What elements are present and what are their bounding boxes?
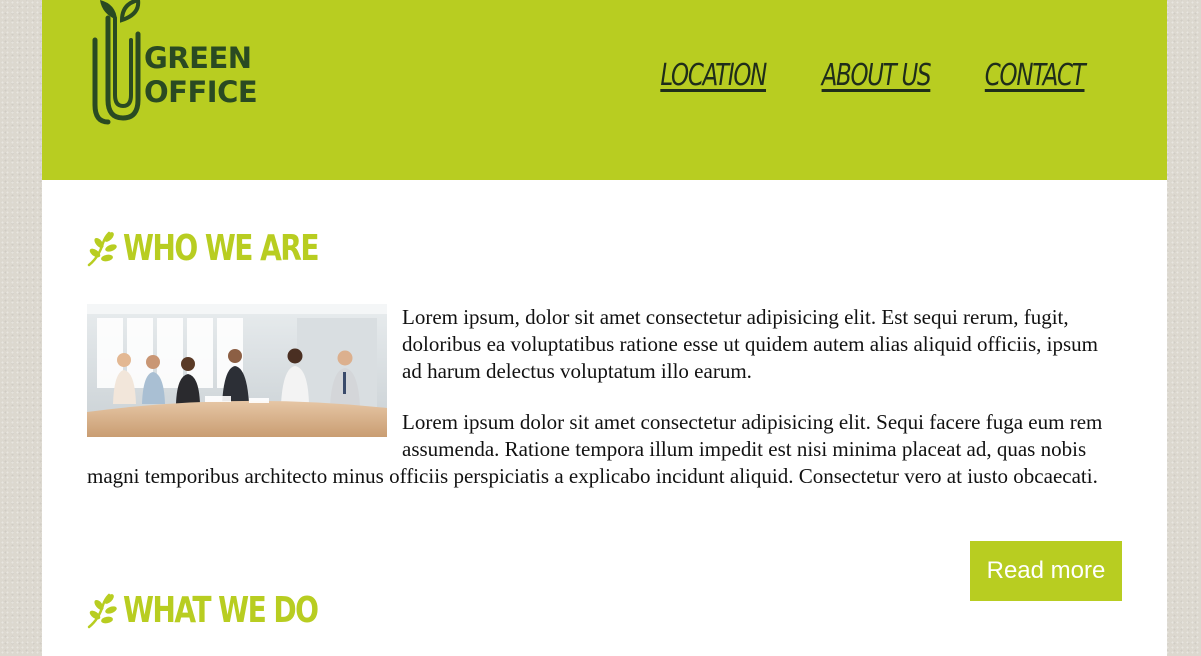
site-header: GREEN OFFICE LOCATION ABOUT US CONTACT [42,0,1167,180]
section-heading-what-we-do: WHAT WE DO [87,590,372,631]
leaf-icon [87,593,117,628]
main-nav: LOCATION ABOUT US CONTACT [651,58,1093,93]
logo-line-2: OFFICE [144,75,258,109]
logo-wordmark: GREEN OFFICE [144,41,258,109]
team-meeting-photo [87,304,387,437]
section-title: WHO WE ARE [123,228,320,269]
paperclip-sprout-icon [92,0,141,125]
nav-link-contact[interactable]: CONTACT [985,58,1086,93]
logo-line-1: GREEN [144,41,252,75]
site-logo[interactable]: GREEN OFFICE [90,0,270,125]
leaf-icon [87,231,117,266]
page-container: GREEN OFFICE LOCATION ABOUT US CONTACT W… [42,0,1167,656]
section-title: WHAT WE DO [123,590,319,631]
nav-link-about-us[interactable]: ABOUT US [821,58,931,93]
section-heading-who-we-are: WHO WE ARE [87,228,373,269]
about-content: Lorem ipsum, dolor sit amet consectetur … [87,304,1122,514]
read-more-button[interactable]: Read more [970,541,1122,601]
nav-link-location[interactable]: LOCATION [661,58,768,93]
